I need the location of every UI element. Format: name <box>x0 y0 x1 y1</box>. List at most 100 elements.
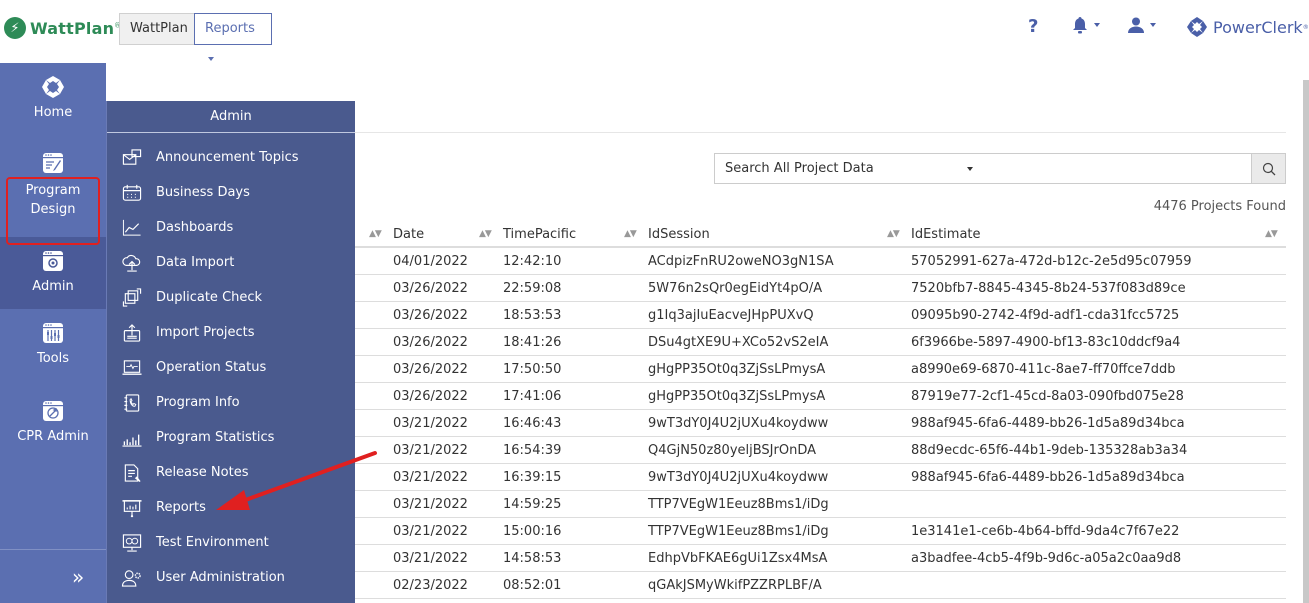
cell-date: 02/23/2022 <box>393 578 468 593</box>
admin-menu-item-label: Import Projects <box>156 325 255 340</box>
cell-time: 14:58:53 <box>503 551 562 566</box>
phone-book-icon <box>121 393 143 413</box>
projects-table: ▲▼ Date ▲▼ TimePacific ▲▼ IdSession ▲▼ I… <box>355 221 1286 599</box>
powerclerk-logo[interactable]: PowerClerk ® <box>1186 16 1309 38</box>
table-row[interactable]: 03/26/2022 18:53:53 g1Iq3ajIuEacveJHpPUXvQ… <box>355 302 1286 329</box>
cpr-admin-icon <box>43 401 63 421</box>
admin-menu-item-duplicate-check[interactable]: Duplicate Check <box>121 280 262 315</box>
duplicate-icon <box>121 287 143 308</box>
sort-icon[interactable]: ▲▼ <box>624 229 637 239</box>
admin-menu-item-program-statistics[interactable]: Program Statistics <box>121 420 274 455</box>
admin-menu-title: Admin <box>107 101 355 133</box>
table-row[interactable]: 03/21/2022 16:46:43 9wT3dY0J4U2jUXu4koydww… <box>355 410 1286 437</box>
cell-idsession: TTP7VEgW1Eeuz8Bms1/iDg <box>648 524 829 539</box>
admin-menu-item-business-days[interactable]: Business Days <box>121 175 250 210</box>
sort-icon[interactable]: ▲▼ <box>479 229 492 239</box>
help-icon[interactable]: ? <box>1028 16 1038 37</box>
cell-time: 17:41:06 <box>503 389 562 404</box>
admin-menu-item-data-import[interactable]: Data Import <box>121 245 234 280</box>
tab-wattplan[interactable]: WattPlan <box>119 13 195 45</box>
table-row[interactable]: 03/21/2022 14:59:25 TTP7VEgW1Eeuz8Bms1/iDg <box>355 491 1286 518</box>
user-gear-icon <box>121 568 143 588</box>
admin-menu-item-user-administration[interactable]: User Administration <box>121 560 285 595</box>
column-header-idestimate[interactable]: IdEstimate <box>911 221 981 248</box>
tools-icon <box>43 323 63 343</box>
table-row[interactable]: 03/21/2022 15:00:16 TTP7VEgW1Eeuz8Bms1/iDg… <box>355 518 1286 545</box>
admin-highlight-annotation <box>6 177 100 245</box>
sidebar-item-home[interactable]: Home <box>0 75 106 120</box>
column-header-timepacific[interactable]: TimePacific <box>503 221 576 248</box>
admin-menu-item-program-info[interactable]: Program Info <box>121 385 240 420</box>
table-body: 04/01/2022 12:42:10 ACdpizFnRU2oweNO3gN1SA… <box>355 248 1286 599</box>
cell-date: 03/21/2022 <box>393 524 468 539</box>
wattplan-logo[interactable]: ⚡ WattPlan® <box>4 17 121 39</box>
table-row[interactable]: 03/26/2022 17:41:06 gHgPP35Ot0q3ZjSsLPmysA… <box>355 383 1286 410</box>
table-row[interactable]: 04/01/2022 12:42:10 ACdpizFnRU2oweNO3gN1SA… <box>355 248 1286 275</box>
table-row[interactable]: 03/21/2022 16:54:39 Q4GjN50z80yeljBSJrOnDA… <box>355 437 1286 464</box>
table-row[interactable]: 03/26/2022 18:41:26 DSu4gtXE9U+XCo52vS2eIA… <box>355 329 1286 356</box>
line-chart-icon <box>121 218 143 238</box>
calendar-icon <box>121 183 143 203</box>
cell-idestimate: 988af945-6fa6-4489-bb26-1d5a89d34bca <box>911 470 1185 485</box>
sort-icon[interactable]: ▲▼ <box>1265 229 1278 239</box>
cell-time: 16:39:15 <box>503 470 562 485</box>
powerclerk-logo-icon <box>1187 17 1207 37</box>
projects-found-count: 4476 Projects Found <box>1153 199 1286 214</box>
tab-reports-dropdown[interactable]: Reports <box>194 13 272 61</box>
admin-menu-item-operation-status[interactable]: Operation Status <box>121 350 266 385</box>
admin-icon <box>43 251 63 271</box>
admin-menu-item-announcement-topics[interactable]: Announcement Topics <box>121 140 299 175</box>
bell-icon <box>1073 17 1087 34</box>
search-input[interactable] <box>983 153 1252 184</box>
sidebar-item-admin[interactable]: Admin <box>0 237 106 309</box>
cell-idestimate: 1e3141e1-ce6b-4b64-bffd-9da4c7f67e22 <box>911 524 1180 539</box>
admin-menu-item-label: Dashboards <box>156 220 234 235</box>
admin-menu-item-label: User Administration <box>156 570 285 585</box>
notifications-dropdown[interactable] <box>1071 16 1100 34</box>
scrollbar[interactable] <box>1303 80 1309 603</box>
table-row[interactable]: 03/21/2022 14:58:53 EdhpVbFKAE6gUi1Zsx4MsA… <box>355 545 1286 572</box>
content-divider <box>355 132 1286 133</box>
admin-menu-item-label: Program Statistics <box>156 430 275 445</box>
home-icon <box>42 76 64 98</box>
cell-idsession: 5W76n2sQr0egEidYt4pO/A <box>648 281 823 296</box>
admin-menu-item-import-projects[interactable]: Import Projects <box>121 315 255 350</box>
cell-idsession: 9wT3dY0J4U2jUXu4koydww <box>648 470 829 485</box>
cell-idestimate: 87919e77-2cf1-45cd-8a03-090fbd075e28 <box>911 389 1184 404</box>
cloud-upload-icon <box>121 253 143 273</box>
logo-text: WattPlan <box>30 18 115 38</box>
sort-icon[interactable]: ▲▼ <box>369 229 382 239</box>
search-icon <box>1262 162 1275 175</box>
expand-sidebar-icon[interactable]: » <box>72 565 84 589</box>
cell-idsession: Q4GjN50z80yeljBSJrOnDA <box>648 443 817 458</box>
admin-menu-item-label: Duplicate Check <box>156 290 263 305</box>
sidebar-item-cpr-admin[interactable]: CPR Admin <box>0 399 106 444</box>
sort-icon[interactable]: ▲▼ <box>887 229 900 239</box>
search-button[interactable] <box>1251 153 1286 184</box>
admin-menu-item-test-environment[interactable]: Test Environment <box>121 525 269 560</box>
sidebar-item-tools[interactable]: Tools <box>0 321 106 366</box>
top-bar: ⚡ WattPlan® WattPlan Reports ? PowerCler… <box>0 0 1309 61</box>
admin-menu-item-release-notes[interactable]: Release Notes <box>121 455 248 490</box>
user-icon <box>1128 17 1144 33</box>
import-icon <box>121 323 143 343</box>
table-header: ▲▼ Date ▲▼ TimePacific ▲▼ IdSession ▲▼ I… <box>355 221 1286 248</box>
column-header-date[interactable]: Date <box>393 221 424 248</box>
admin-menu-item-label: Operation Status <box>156 360 267 375</box>
admin-menu-item-reports[interactable]: Reports <box>121 490 206 525</box>
search-scope-select[interactable]: Search All Project Data <box>714 153 984 184</box>
cell-date: 03/21/2022 <box>393 551 468 566</box>
column-header-idsession[interactable]: IdSession <box>648 221 710 248</box>
user-menu-dropdown[interactable] <box>1127 16 1156 34</box>
cell-idsession: EdhpVbFKAE6gUi1Zsx4MsA <box>648 551 828 566</box>
cell-idestimate: a8990e69-6870-411c-8ae7-ff70ffce7ddb <box>911 362 1176 377</box>
table-row[interactable]: 03/26/2022 22:59:08 5W76n2sQr0egEidYt4pO/A… <box>355 275 1286 302</box>
monitor-pulse-icon <box>121 358 143 378</box>
table-row[interactable]: 03/26/2022 17:50:50 gHgPP35Ot0q3ZjSsLPmysA… <box>355 356 1286 383</box>
table-row[interactable]: 02/23/2022 08:52:01 qGAkJSMyWkifPZZRPLBF/A <box>355 572 1286 599</box>
cell-idsession: qGAkJSMyWkifPZZRPLBF/A <box>648 578 822 593</box>
admin-menu-item-label: Announcement Topics <box>156 150 299 165</box>
admin-menu-item-dashboards[interactable]: Dashboards <box>121 210 233 245</box>
cell-idestimate: a3badfee-4cb5-4f9b-9d6c-a05a2c0aa9d8 <box>911 551 1182 566</box>
table-row[interactable]: 03/21/2022 16:39:15 9wT3dY0J4U2jUXu4koydww… <box>355 464 1286 491</box>
